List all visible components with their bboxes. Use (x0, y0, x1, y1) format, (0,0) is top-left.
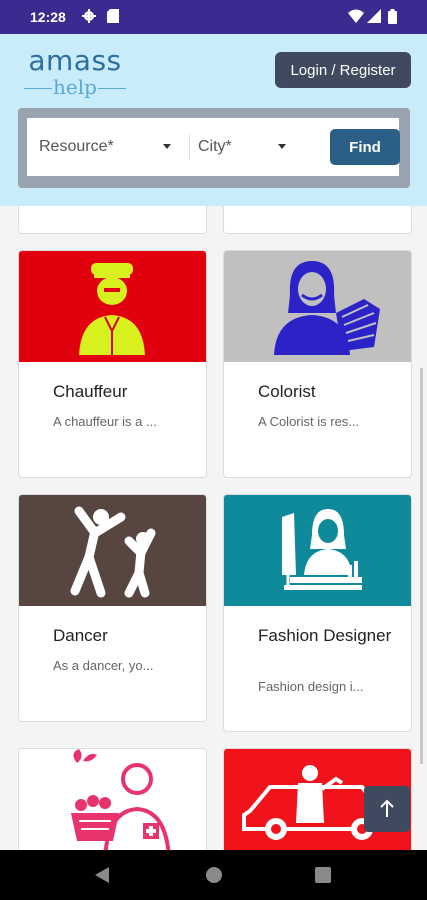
card-fashion-designer[interactable]: Fashion Designer Fashion design i... (223, 494, 412, 732)
scrollbar[interactable] (420, 368, 423, 764)
back-icon[interactable] (95, 867, 109, 883)
card-chauffeur[interactable]: Chauffeur A chauffeur is a ... (18, 250, 207, 478)
signal-icon (367, 9, 381, 23)
status-bar: 12:28 (0, 0, 427, 34)
app-header: amass help Login / Register Resource* Ci… (0, 34, 427, 206)
resource-select-label: Resource* (39, 138, 114, 155)
chauffeur-icon (79, 263, 145, 355)
system-navigation-bar (0, 850, 427, 900)
search-panel: Resource* City* Find (18, 108, 410, 188)
login-register-button[interactable]: Login / Register (275, 52, 411, 88)
resource-dropdown-icon (163, 144, 171, 149)
card-description: As a dancer, yo... (53, 658, 154, 673)
card-description: A chauffeur is a ... (53, 414, 157, 429)
find-button[interactable]: Find (330, 129, 400, 165)
card-description: Fashion design i... (258, 679, 364, 694)
arrow-up-icon (380, 799, 394, 817)
search-divider (189, 134, 190, 160)
dancer-icon (70, 506, 156, 598)
card-image (224, 251, 411, 362)
card-partial-left[interactable] (18, 206, 207, 234)
fashion-designer-icon (282, 509, 362, 590)
search-form: Resource* City* Find (27, 118, 400, 176)
card-colorist[interactable]: Colorist A Colorist is res... (223, 250, 412, 478)
card-title: Dancer (53, 626, 108, 645)
city-select[interactable]: City* (198, 118, 316, 176)
card-gardener[interactable] (18, 748, 207, 860)
card-image (19, 749, 206, 859)
city-select-label: City* (198, 138, 232, 155)
card-dancer[interactable]: Dancer As a dancer, yo... (18, 494, 207, 722)
logo-rule-right (98, 88, 126, 89)
card-partial-right[interactable] (223, 206, 412, 234)
card-title: Colorist (258, 382, 316, 401)
status-time: 12:28 (30, 9, 66, 25)
wifi-icon (348, 9, 364, 23)
card-image (19, 495, 206, 606)
resource-select[interactable]: Resource* (39, 118, 171, 176)
logo-text-bottom: help (53, 75, 97, 99)
city-dropdown-icon (278, 144, 286, 149)
card-title: Fashion Designer (258, 626, 392, 645)
colorist-icon (274, 261, 380, 355)
logo-text-top: amass (28, 44, 122, 77)
home-icon[interactable] (205, 866, 223, 884)
battery-icon (388, 9, 397, 24)
amass-help-logo[interactable]: amass help (18, 42, 132, 99)
card-description: A Colorist is res... (258, 414, 360, 429)
gardener-icon (71, 749, 171, 859)
recents-icon[interactable] (315, 867, 331, 883)
card-title: Chauffeur (53, 382, 128, 401)
sd-card-icon (107, 9, 119, 23)
settings-icon (82, 9, 96, 23)
card-image (19, 251, 206, 362)
card-image (224, 495, 411, 606)
scroll-to-top-button[interactable] (364, 786, 410, 832)
